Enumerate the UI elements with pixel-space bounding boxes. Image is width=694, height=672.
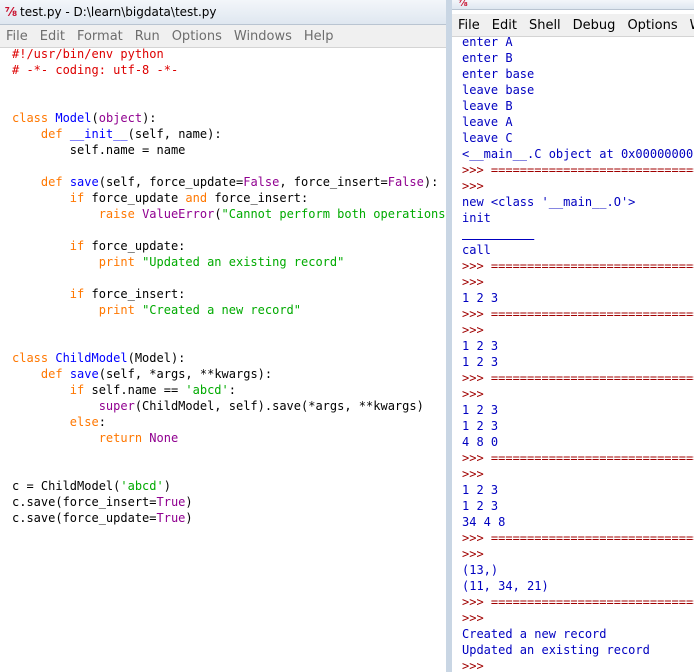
menu-options[interactable]: Options <box>166 29 228 44</box>
editor-titlebar[interactable]: ⅞ test.py - D:\learn\bigdata\test.py <box>0 0 452 25</box>
idle-app-icon: ⅞ <box>458 0 468 9</box>
shell-titlebar[interactable]: ⅞ <box>452 0 694 10</box>
code-editor[interactable]: #!/usr/bin/env python # -*- coding: utf-… <box>0 46 452 672</box>
shell-menu-debug[interactable]: Debug <box>567 18 622 33</box>
shell-menu-file[interactable]: File <box>452 18 486 33</box>
idle-app-icon: ⅞ <box>4 5 18 19</box>
menu-run[interactable]: Run <box>129 29 166 44</box>
menu-edit[interactable]: Edit <box>34 29 71 44</box>
shell-menu-edit[interactable]: Edit <box>486 18 523 33</box>
menu-file[interactable]: File <box>0 29 34 44</box>
editor-title: test.py - D:\learn\bigdata\test.py <box>20 5 217 19</box>
shell-menu-windows[interactable]: Wi <box>684 18 694 33</box>
shell-window: ⅞ File Edit Shell Debug Options Wi enter… <box>446 0 694 672</box>
shell-output[interactable]: enter A enter B enter base leave base le… <box>452 34 694 672</box>
editor-window: ⅞ test.py - D:\learn\bigdata\test.py Fil… <box>0 0 452 672</box>
menu-windows[interactable]: Windows <box>228 29 298 44</box>
menu-format[interactable]: Format <box>71 29 129 44</box>
shell-menu-shell[interactable]: Shell <box>523 18 567 33</box>
shell-menu-options[interactable]: Options <box>621 18 683 33</box>
editor-menubar: File Edit Format Run Options Windows Hel… <box>0 25 452 48</box>
menu-help[interactable]: Help <box>298 29 340 44</box>
